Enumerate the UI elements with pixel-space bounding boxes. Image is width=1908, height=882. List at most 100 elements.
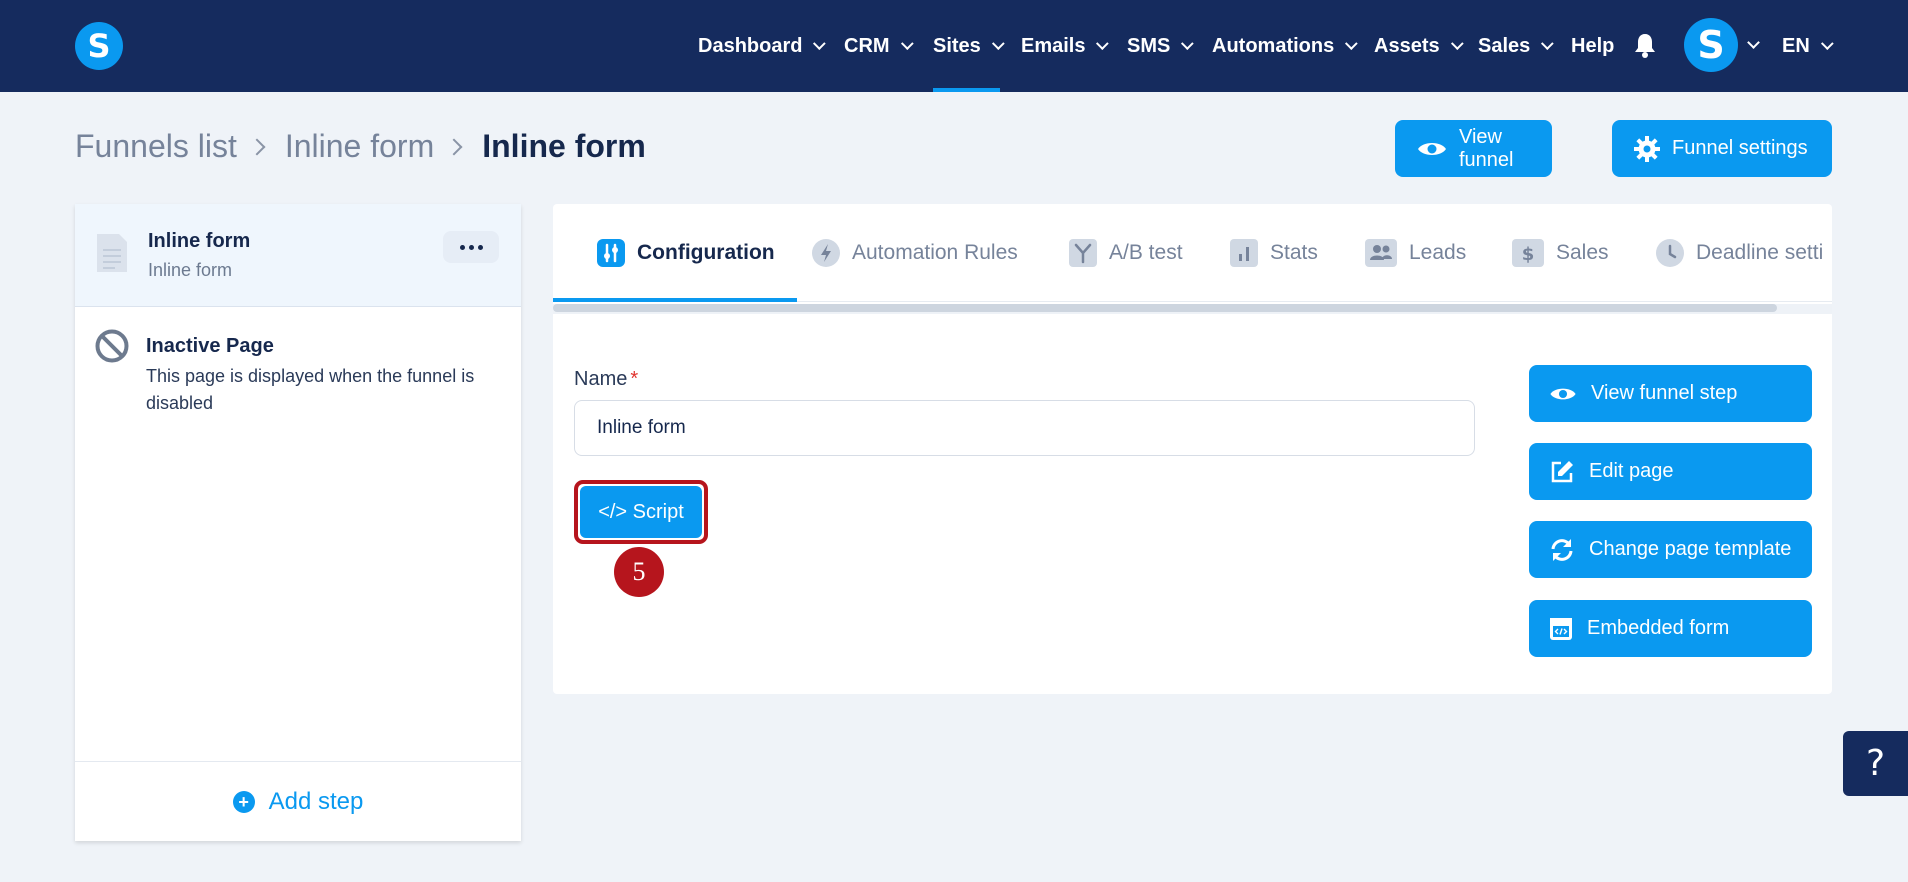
breadcrumb-funnel[interactable]: Inline form (285, 128, 434, 165)
svg-text:$: $ (1522, 244, 1535, 265)
nav-item-emails[interactable]: Emails (1021, 0, 1110, 92)
embedded-form-label: Embedded form (1587, 617, 1730, 639)
language-selector[interactable]: EN (1782, 0, 1834, 92)
users-icon (1365, 239, 1397, 267)
chevron-down-icon (1345, 36, 1358, 50)
code-window-icon (1550, 617, 1572, 640)
name-label-text: Name (574, 368, 628, 390)
nav-item-sales[interactable]: Sales (1478, 0, 1554, 92)
nav-item-automations[interactable]: Automations (1212, 0, 1358, 92)
nav-item-label: Sites (933, 34, 981, 57)
edit-page-label: Edit page (1589, 460, 1674, 482)
name-label: Name * (574, 368, 638, 391)
breadcrumb-current-step: Inline form (482, 128, 646, 164)
tab-label: Leads (1409, 241, 1467, 264)
chevron-down-icon (1181, 36, 1195, 50)
tab-deadline-settings[interactable]: Deadline setti (1656, 204, 1823, 302)
tab-label: Automation Rules (852, 241, 1018, 264)
nav-item-sites[interactable]: Sites (933, 0, 1005, 92)
eye-icon (1418, 142, 1446, 155)
nav-item-help[interactable]: Help (1571, 0, 1614, 92)
nav-item-label: Emails (1021, 34, 1086, 57)
top-navbar: S Dashboard CRM Sites Emails SMS Automat… (0, 0, 1908, 92)
view-funnel-step-label: View funnel step (1591, 382, 1738, 404)
gear-icon (1634, 135, 1660, 162)
script-button[interactable]: </> Script (580, 486, 702, 538)
change-page-template-button[interactable]: Change page template (1529, 521, 1812, 578)
add-step-button[interactable]: + Add step (75, 761, 521, 841)
inactive-page-item[interactable]: Inactive Page This page is displayed whe… (75, 307, 521, 427)
tab-label: Configuration (637, 241, 775, 264)
chevron-down-icon (813, 36, 827, 50)
tabs-scrollbar-thumb[interactable] (553, 304, 1777, 312)
clock-icon (1656, 239, 1684, 267)
nav-item-sms[interactable]: SMS (1127, 0, 1195, 92)
nav-item-assets[interactable]: Assets (1374, 0, 1464, 92)
required-mark: * (630, 368, 639, 390)
inactive-page-title: Inactive Page (146, 335, 274, 357)
chevron-down-icon (1541, 36, 1554, 50)
nav-item-label: SMS (1127, 34, 1171, 57)
nav-item-crm[interactable]: CRM (844, 0, 914, 92)
document-icon (97, 234, 127, 272)
chevron-down-icon (991, 36, 1005, 50)
chevron-down-icon (900, 36, 914, 50)
nav-item-label: CRM (844, 34, 890, 57)
change-page-template-label: Change page template (1589, 538, 1792, 560)
nav-item-dashboard[interactable]: Dashboard (698, 0, 827, 92)
chevron-down-icon (1820, 36, 1834, 50)
nav-item-label: Dashboard (698, 34, 803, 57)
step-options-button[interactable] (443, 231, 499, 263)
breadcrumb-funnels-list[interactable]: Funnels list (75, 128, 237, 165)
tab-label: A/B test (1109, 241, 1183, 264)
help-button[interactable]: ? (1843, 731, 1908, 796)
nav-item-label: Assets (1374, 34, 1440, 57)
chevron-down-icon (1450, 36, 1464, 50)
user-avatar[interactable]: S (1684, 18, 1738, 72)
tab-automation-rules[interactable]: Automation Rules (812, 204, 1018, 302)
language-label: EN (1782, 34, 1810, 57)
nav-item-label: Sales (1478, 34, 1531, 57)
step-number-badge: 5 (614, 547, 664, 597)
app-logo[interactable]: S (75, 22, 123, 70)
add-step-label: Add step (268, 787, 364, 815)
tab-leads[interactable]: Leads (1365, 204, 1466, 302)
view-funnel-button[interactable]: View funnel (1395, 120, 1552, 177)
dollar-icon: $ (1512, 239, 1544, 267)
tab-label: Deadline setti (1696, 241, 1824, 264)
view-funnel-step-button[interactable]: View funnel step (1529, 365, 1812, 422)
plus-circle-icon: + (232, 790, 255, 813)
step-config-card: Configuration Automation Rules A/B test … (553, 204, 1832, 694)
tab-configuration[interactable]: Configuration (553, 204, 797, 302)
edit-page-button[interactable]: Edit page (1529, 443, 1812, 500)
inactive-page-description: This page is displayed when the funnel i… (146, 366, 475, 413)
nav-item-label: Automations (1212, 34, 1335, 57)
nav-item-label: Help (1571, 34, 1615, 57)
sliders-icon (597, 239, 625, 267)
breadcrumb: Funnels list Inline form Inline form (75, 128, 646, 165)
funnel-steps-panel: Inline form Inline form Inactive Page Th… (75, 204, 521, 841)
view-funnel-label: View funnel (1459, 125, 1514, 171)
step-title: Inline form (148, 230, 251, 252)
step-subtitle: Inline form (148, 260, 233, 280)
chevron-right-icon (445, 138, 463, 155)
tab-label: Sales (1556, 241, 1609, 264)
ban-icon (95, 329, 129, 363)
tab-sales[interactable]: $ Sales (1512, 204, 1609, 302)
tab-label: Stats (1270, 241, 1318, 264)
bell-icon[interactable] (1633, 32, 1657, 58)
script-button-highlight: </> Script (574, 480, 708, 544)
chevron-down-icon[interactable] (1747, 36, 1760, 49)
bar-chart-icon (1230, 239, 1258, 267)
tab-bar: Configuration Automation Rules A/B test … (553, 204, 1832, 302)
bolt-icon (812, 239, 840, 267)
refresh-icon (1551, 538, 1573, 561)
funnel-step-item[interactable]: Inline form Inline form (75, 204, 521, 307)
funnel-settings-label: Funnel settings (1672, 137, 1808, 159)
funnel-settings-button[interactable]: Funnel settings (1612, 120, 1832, 177)
embedded-form-button[interactable]: Embedded form (1529, 600, 1812, 657)
tab-ab-test[interactable]: A/B test (1069, 204, 1183, 302)
name-input[interactable]: Inline form (574, 400, 1475, 456)
tab-stats[interactable]: Stats (1230, 204, 1318, 302)
eye-icon (1550, 388, 1576, 399)
